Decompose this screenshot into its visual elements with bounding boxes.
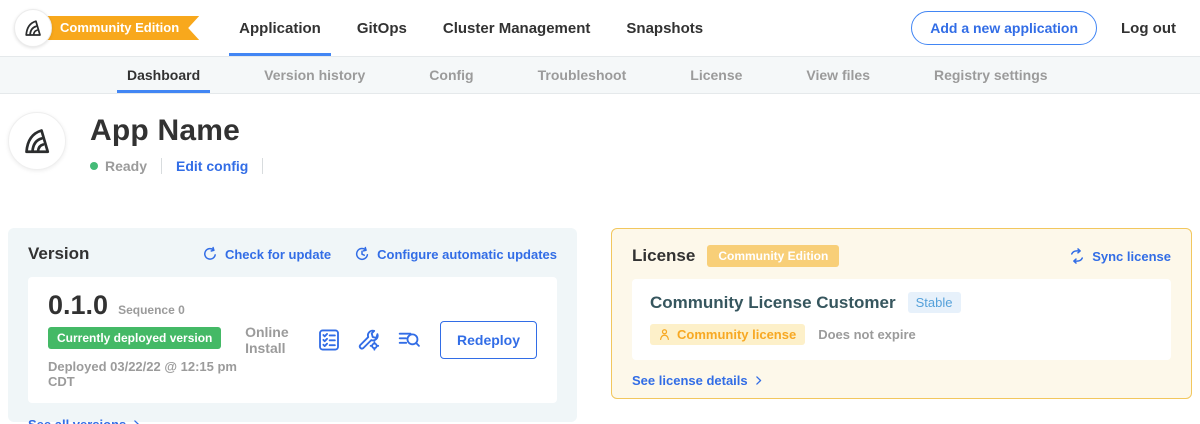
- deployed-timestamp: Deployed 03/22/22 @ 12:15 pm CDT: [48, 359, 245, 389]
- license-card: License Community Edition Sync license C…: [611, 228, 1192, 399]
- license-card-title: License: [632, 246, 695, 266]
- view-files-button[interactable]: [396, 327, 422, 353]
- subtab-view-files[interactable]: View files: [796, 57, 880, 93]
- version-card-header: Version Check for update Configure au: [28, 244, 557, 264]
- version-actions: Online Install: [245, 321, 537, 359]
- configure-automatic-updates-link[interactable]: Configure automatic updates: [353, 245, 557, 263]
- replicated-logo-icon: [22, 17, 44, 39]
- license-card-header: License Community Edition Sync license: [632, 245, 1171, 267]
- app-header: App Name Ready Edit config: [0, 94, 1200, 214]
- app-status-row: Ready Edit config: [90, 158, 277, 174]
- sync-license-label: Sync license: [1092, 249, 1171, 264]
- refresh-icon: [201, 245, 219, 263]
- logs-search-icon: [396, 327, 422, 353]
- subtab-version-history[interactable]: Version history: [254, 57, 375, 93]
- license-card-title-group: License Community Edition: [632, 245, 839, 267]
- status-dot: [90, 162, 98, 170]
- add-application-button[interactable]: Add a new application: [911, 11, 1097, 45]
- app-logo: [8, 112, 66, 170]
- license-type-tag: Community license: [650, 324, 805, 345]
- see-all-versions-label: See all versions: [28, 417, 126, 424]
- customer-name: Community License Customer: [650, 293, 896, 313]
- dashboard-cards: Version Check for update Configure au: [0, 214, 1200, 422]
- tab-application[interactable]: Application: [229, 0, 331, 56]
- secondary-nav: Dashboard Version history Config Trouble…: [0, 56, 1200, 94]
- version-number-row: 0.1.0 Sequence 0: [48, 290, 245, 321]
- replicated-logo[interactable]: [14, 9, 52, 47]
- page-title: App Name: [90, 114, 277, 148]
- expiration-text: Does not expire: [818, 327, 916, 342]
- customer-row: Community License Customer Stable: [650, 292, 1153, 313]
- top-nav-right: Add a new application Log out: [911, 0, 1176, 56]
- version-card-title: Version: [28, 244, 89, 264]
- configure-automatic-updates-label: Configure automatic updates: [377, 247, 557, 262]
- channel-badge: Stable: [908, 292, 961, 313]
- subtab-registry-settings[interactable]: Registry settings: [924, 57, 1058, 93]
- install-type-label: Online Install: [245, 324, 300, 356]
- sync-license-link[interactable]: Sync license: [1068, 247, 1171, 265]
- wrench-gear-icon: [356, 327, 382, 353]
- top-nav: Community Edition Application GitOps Clu…: [0, 0, 1200, 56]
- license-type-label: Community license: [677, 327, 796, 342]
- license-type-row: Community license Does not expire: [650, 324, 1153, 345]
- version-card-links: Check for update Configure automatic upd…: [201, 245, 557, 263]
- edit-config-link[interactable]: Edit config: [176, 158, 248, 174]
- version-card: Version Check for update Configure au: [8, 228, 577, 422]
- brand: Community Edition: [14, 0, 199, 56]
- preflight-checks-button[interactable]: [316, 327, 342, 353]
- see-all-versions-link[interactable]: See all versions: [28, 417, 557, 424]
- divider: [262, 158, 263, 174]
- primary-nav: Application GitOps Cluster Management Sn…: [229, 0, 713, 56]
- currently-deployed-badge: Currently deployed version: [48, 327, 221, 349]
- tab-cluster-management[interactable]: Cluster Management: [433, 0, 601, 56]
- check-for-update-label: Check for update: [225, 247, 331, 262]
- version-number: 0.1.0: [48, 290, 108, 321]
- community-edition-banner: Community Edition: [28, 16, 199, 40]
- app-header-text: App Name Ready Edit config: [90, 112, 277, 214]
- status-badge: Ready: [105, 158, 147, 174]
- logout-link[interactable]: Log out: [1121, 20, 1176, 37]
- license-detail-box: Community License Customer Stable Commun…: [632, 279, 1171, 360]
- current-version-box: 0.1.0 Sequence 0 Currently deployed vers…: [28, 277, 557, 403]
- divider: [161, 158, 162, 174]
- person-icon: [657, 327, 672, 342]
- subtab-license[interactable]: License: [680, 57, 752, 93]
- chevron-right-icon: [130, 418, 143, 424]
- see-license-details-link[interactable]: See license details: [632, 373, 1171, 388]
- replicated-logo-icon: [20, 124, 54, 158]
- subtab-dashboard[interactable]: Dashboard: [117, 57, 210, 93]
- chevron-right-icon: [752, 374, 765, 387]
- checklist-icon: [316, 327, 342, 353]
- see-license-details-label: See license details: [632, 373, 748, 388]
- check-for-update-link[interactable]: Check for update: [201, 245, 331, 263]
- sequence-label: Sequence 0: [118, 303, 185, 317]
- tab-snapshots[interactable]: Snapshots: [616, 0, 713, 56]
- subtab-troubleshoot[interactable]: Troubleshoot: [528, 57, 637, 93]
- tab-gitops[interactable]: GitOps: [347, 0, 417, 56]
- version-info: 0.1.0 Sequence 0 Currently deployed vers…: [48, 290, 245, 389]
- redeploy-button[interactable]: Redeploy: [440, 321, 537, 359]
- subtab-config[interactable]: Config: [419, 57, 483, 93]
- community-edition-badge: Community Edition: [707, 245, 839, 267]
- edit-config-button[interactable]: [356, 327, 382, 353]
- auto-update-icon: [353, 245, 371, 263]
- sync-icon: [1068, 247, 1086, 265]
